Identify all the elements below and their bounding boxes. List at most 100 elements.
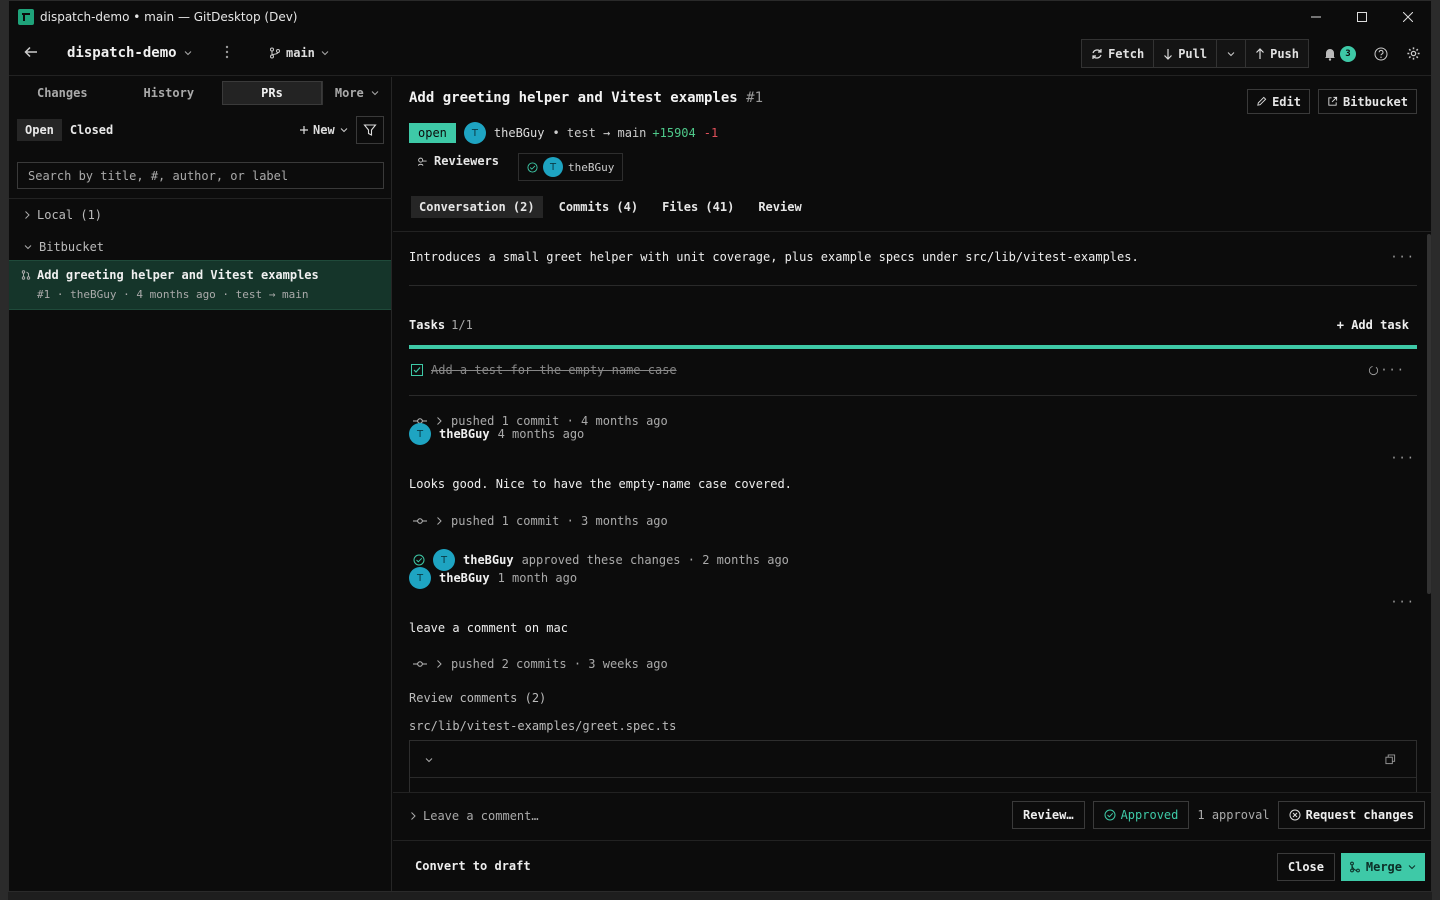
tab-commits[interactable]: Commits (4) bbox=[551, 196, 646, 218]
toolbar-actions: Fetch Pull Push 3 bbox=[1081, 39, 1421, 68]
more-horizontal-icon[interactable]: ··· bbox=[1390, 595, 1415, 609]
add-task-button[interactable]: + Add task bbox=[1337, 318, 1409, 332]
pr-list-item[interactable]: Add greeting helper and Vitest examples … bbox=[9, 260, 391, 310]
new-pr-button[interactable]: New bbox=[299, 123, 349, 137]
avatar: T bbox=[463, 122, 486, 144]
repo-selector[interactable]: dispatch-demo bbox=[67, 45, 193, 61]
comment-header: T theBGuy 1 month ago bbox=[409, 567, 577, 589]
status-badge: open bbox=[409, 123, 456, 143]
checkbox-checked[interactable] bbox=[411, 364, 423, 376]
settings-gear-icon[interactable] bbox=[1406, 46, 1421, 61]
filter-button[interactable] bbox=[356, 116, 384, 144]
tasks-count: 1/1 bbox=[451, 318, 473, 332]
task-text: Add a test for the empty-name case bbox=[431, 363, 677, 377]
close-window-icon[interactable] bbox=[1385, 1, 1431, 32]
pr-meta: open T theBGuy • test → main +15904 -1 bbox=[409, 122, 718, 144]
window-controls bbox=[1293, 1, 1431, 32]
comment-author: theBGuy bbox=[439, 427, 490, 441]
merge-icon bbox=[1349, 861, 1360, 873]
convert-draft-button[interactable]: Convert to draft bbox=[415, 859, 531, 873]
tab-conversation[interactable]: Conversation (2) bbox=[411, 196, 543, 218]
chevron-down-icon[interactable] bbox=[424, 755, 434, 765]
pr-list-meta: #1 · theBGuy · 4 months ago · test → mai… bbox=[37, 288, 309, 301]
reviewer-chip[interactable]: T theBGuy bbox=[518, 153, 624, 181]
review-file-box bbox=[409, 740, 1417, 792]
leave-comment-input[interactable]: Leave a comment… bbox=[409, 809, 539, 823]
tab-more[interactable]: More bbox=[321, 81, 392, 105]
pr-search-input[interactable] bbox=[17, 162, 384, 189]
avatar: T bbox=[409, 567, 431, 589]
minimize-icon[interactable] bbox=[1293, 1, 1339, 32]
pull-request-icon bbox=[21, 270, 31, 280]
chevron-right-icon bbox=[437, 660, 442, 668]
filter-closed[interactable]: Closed bbox=[62, 119, 121, 141]
check-circle-icon bbox=[1104, 809, 1116, 821]
copy-icon[interactable] bbox=[1385, 754, 1396, 765]
sidebar: Changes History PRs More Open Closed New bbox=[9, 77, 392, 891]
divider bbox=[409, 395, 1417, 396]
maximize-icon[interactable] bbox=[1339, 1, 1385, 32]
task-status-icon[interactable] bbox=[1368, 365, 1379, 376]
help-icon[interactable] bbox=[1374, 47, 1388, 61]
approved-button[interactable]: Approved bbox=[1092, 801, 1190, 829]
pr-footer: Convert to draft Close Merge bbox=[393, 840, 1431, 891]
tab-changes[interactable]: Changes bbox=[9, 81, 116, 105]
sidebar-tabs: Changes History PRs More bbox=[9, 81, 392, 105]
plus-icon bbox=[300, 126, 308, 134]
pr-list-title: Add greeting helper and Vitest examples bbox=[37, 268, 319, 282]
filter-open[interactable]: Open bbox=[17, 119, 62, 141]
chevron-right-icon bbox=[411, 812, 416, 820]
comment-time: 4 months ago bbox=[497, 427, 585, 441]
background-left-strip bbox=[0, 0, 8, 900]
review-button[interactable]: Review… bbox=[1012, 801, 1085, 829]
more-horizontal-icon[interactable]: ··· bbox=[1390, 451, 1415, 465]
group-local[interactable]: Local (1) bbox=[23, 208, 102, 222]
reviewers-button[interactable]: Reviewers bbox=[417, 154, 499, 168]
edit-button[interactable]: Edit bbox=[1247, 89, 1310, 114]
external-link-icon bbox=[1328, 96, 1338, 106]
check-circle-icon bbox=[527, 161, 538, 173]
open-bitbucket-button[interactable]: Bitbucket bbox=[1317, 89, 1417, 114]
filter-icon bbox=[363, 124, 377, 136]
pull-button[interactable]: Pull bbox=[1154, 40, 1218, 67]
deletions-count: -1 bbox=[703, 126, 719, 140]
divider bbox=[9, 198, 392, 199]
tab-files[interactable]: Files (41) bbox=[654, 196, 742, 218]
app-window: dispatch-demo • main — GitDesktop (Dev) … bbox=[8, 0, 1432, 892]
push-button[interactable]: Push bbox=[1246, 40, 1308, 67]
branch-selector[interactable]: main bbox=[269, 46, 330, 60]
tab-review[interactable]: Review bbox=[750, 196, 809, 218]
group-bitbucket[interactable]: Bitbucket bbox=[23, 240, 104, 254]
timeline-event-push: pushed 1 commit · 3 months ago bbox=[413, 514, 668, 528]
chevron-down-icon bbox=[321, 51, 329, 56]
pull-options-button[interactable] bbox=[1217, 40, 1247, 67]
pr-number: #1 bbox=[746, 90, 764, 106]
pr-author: theBGuy bbox=[493, 126, 545, 140]
branch-name: main bbox=[286, 46, 315, 60]
merge-button[interactable]: Merge bbox=[1340, 853, 1425, 881]
pr-tabs: Conversation (2) Commits (4) Files (41) … bbox=[411, 196, 810, 218]
tab-history[interactable]: History bbox=[116, 81, 223, 105]
pencil-icon bbox=[1257, 96, 1267, 106]
chevron-down-icon bbox=[371, 91, 379, 96]
notifications-button[interactable]: 3 bbox=[1323, 45, 1356, 62]
commit-icon bbox=[413, 518, 427, 524]
background-right-strip bbox=[1432, 0, 1440, 900]
app-logo-icon bbox=[18, 8, 34, 25]
x-circle-icon bbox=[1289, 809, 1301, 821]
arrow-up-icon bbox=[1256, 47, 1265, 59]
request-changes-button[interactable]: Request changes bbox=[1277, 801, 1425, 829]
pr-detail-panel: Add greeting helper and Vitest examples … bbox=[393, 77, 1431, 891]
conversation-content: Introduces a small greet helper with uni… bbox=[393, 232, 1423, 792]
close-pr-button[interactable]: Close bbox=[1276, 853, 1335, 881]
tasks-header: Tasks 1/1 bbox=[409, 318, 473, 332]
more-horizontal-icon[interactable]: ··· bbox=[1390, 250, 1415, 264]
tab-prs[interactable]: PRs bbox=[222, 81, 322, 105]
more-horizontal-icon[interactable]: ··· bbox=[1380, 363, 1405, 377]
avatar: T bbox=[409, 423, 431, 445]
chevron-right-icon bbox=[437, 517, 442, 525]
scrollbar[interactable] bbox=[1427, 234, 1431, 594]
more-vertical-icon[interactable] bbox=[225, 45, 229, 59]
fetch-button[interactable]: Fetch bbox=[1082, 40, 1155, 67]
back-arrow-icon[interactable] bbox=[23, 44, 39, 60]
